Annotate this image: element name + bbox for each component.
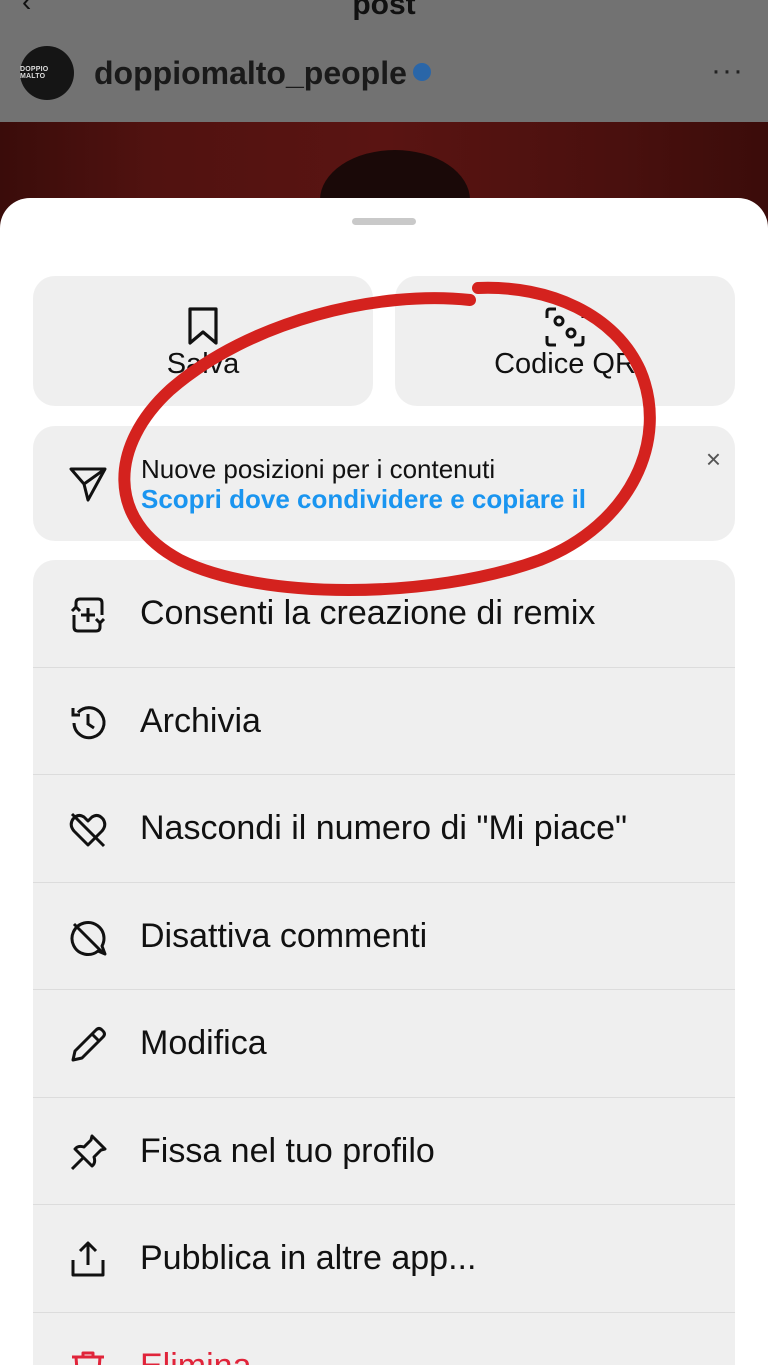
promo-title: Nuove posizioni per i contenuti [141,454,496,484]
save-label: Salva [166,348,240,380]
comment-off-icon [70,920,107,956]
verified-badge-icon [412,62,431,81]
send-icon [69,467,107,502]
close-icon[interactable]: × [706,446,721,472]
archive-history-icon [71,705,106,739]
avatar[interactable]: DOPPIO MALTO [20,46,74,100]
options-menu: Consenti la creazione di remix Archivia … [33,560,735,1365]
remix-icon [70,597,106,633]
menu-item-label: Nascondi il numero di "Mi piace" [140,809,628,847]
menu-item-pin[interactable]: Fissa nel tuo profilo [33,1098,735,1205]
post-username[interactable]: doppiomalto_people [94,55,431,92]
share-icon [71,1241,105,1277]
menu-item-label: Archivia [140,701,261,740]
menu-item-archive[interactable]: Archivia [33,668,735,775]
menu-item-label: Disattiva commenti [140,916,428,955]
menu-item-disable-comments[interactable]: Disattiva commenti [33,883,735,990]
menu-item-edit[interactable]: Modifica [33,990,735,1098]
trash-icon [72,1351,104,1365]
bookmark-icon [188,307,218,345]
options-sheet: Salva Codice QR Nuove posizioni per i co… [0,198,768,1365]
pin-icon [70,1134,107,1170]
qr-code-label: Codice QR [494,348,636,380]
promo-link[interactable]: Scopri dove condividere e copiare il [141,484,665,515]
qr-code-icon [545,307,585,347]
heart-off-icon [69,812,107,848]
username-text[interactable]: doppiomalto_people [94,55,407,91]
menu-item-label: Modifica [140,1024,267,1062]
sheet-drag-handle[interactable] [352,218,416,225]
pencil-icon [71,1027,106,1062]
menu-item-remix[interactable]: Consenti la creazione di remix [33,560,735,668]
page-title: post [352,0,416,21]
menu-item-label: Pubblica in altre app... [140,1239,477,1277]
menu-item-delete[interactable]: Elimina [33,1313,735,1365]
save-button[interactable]: Salva [33,276,373,406]
qr-code-button[interactable]: Codice QR [395,276,735,406]
menu-item-label: Elimina [140,1347,251,1365]
menu-item-hide-likes[interactable]: Nascondi il numero di "Mi piace" [33,775,735,883]
more-options-icon[interactable]: ··· [711,54,744,88]
promo-banner[interactable]: Nuove posizioni per i contenuti Scopri d… [33,426,735,541]
menu-item-label: Fissa nel tuo profilo [140,1131,435,1170]
menu-item-label: Consenti la creazione di remix [140,594,596,632]
menu-item-share-other-apps[interactable]: Pubblica in altre app... [33,1205,735,1313]
post-header: ‹ post DOPPIO MALTO doppiomalto_people ·… [0,0,768,122]
